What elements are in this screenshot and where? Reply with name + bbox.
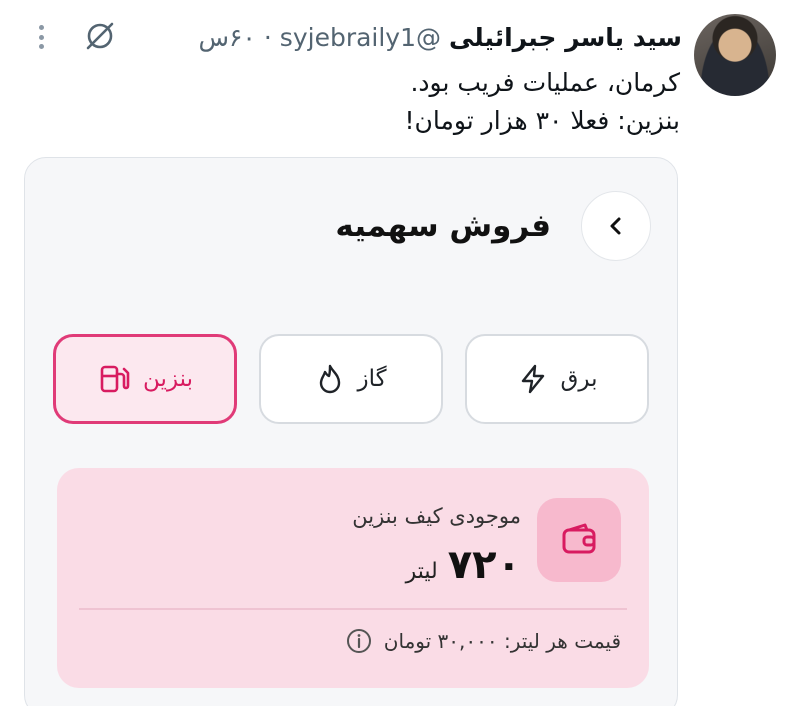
balance-panel: موجودی کیف بنزین ۷۲۰ لیتر قیمت هر لیتر: … (57, 468, 649, 688)
grok-icon[interactable] (82, 18, 118, 54)
attached-image-card[interactable]: فروش سهمیه برق گاز بنزین موجودی کیف بنزی… (24, 157, 678, 706)
balance-value: ۷۲۰ لیتر (406, 542, 521, 588)
chevron-right-icon (610, 217, 621, 235)
tab-gasoline[interactable]: بنزین (53, 334, 237, 424)
balance-amount: ۷۲۰ (447, 542, 521, 588)
balance-unit: لیتر (405, 559, 438, 584)
tweet-text: کرمان، عملیات فریب بود. بنزین: فعلا ۳۰ ه… (120, 64, 680, 140)
tweet-line: بنزین: فعلا ۳۰ هزار تومان! (404, 106, 680, 135)
wallet-tile (537, 498, 621, 582)
tab-label: برق (560, 366, 598, 392)
user-handle[interactable]: @syjebraily1 (280, 23, 441, 52)
page-title: فروش سهمیه (335, 208, 551, 244)
lightning-icon (521, 364, 544, 394)
price-row: قیمت هر لیتر: ۳۰,۰۰۰ تومان (346, 628, 621, 654)
tweet-line: کرمان، عملیات فریب بود. (410, 68, 680, 97)
more-dots-icon[interactable] (30, 22, 52, 52)
tweet-header: سید یاسر جبرائیلی @syjebraily1 · ۶۰س (198, 20, 682, 54)
tab-electricity[interactable]: برق (465, 334, 649, 424)
tab-label: بنزین (143, 366, 193, 392)
tab-gas[interactable]: گاز (259, 334, 443, 424)
balance-label: موجودی کیف بنزین (352, 504, 521, 528)
info-icon[interactable] (346, 628, 372, 654)
avatar[interactable] (694, 14, 776, 96)
back-button[interactable] (581, 191, 651, 261)
flame-icon (320, 364, 341, 394)
separator-dot: · (263, 22, 272, 52)
divider (79, 608, 627, 610)
price-per-liter: قیمت هر لیتر: ۳۰,۰۰۰ تومان (383, 629, 621, 653)
tweet-time[interactable]: ۶۰س (198, 23, 255, 52)
tab-label: گاز (357, 366, 387, 392)
display-name[interactable]: سید یاسر جبرائیلی (449, 23, 682, 52)
fuel-pump-icon (100, 365, 130, 393)
wallet-icon (562, 523, 596, 554)
